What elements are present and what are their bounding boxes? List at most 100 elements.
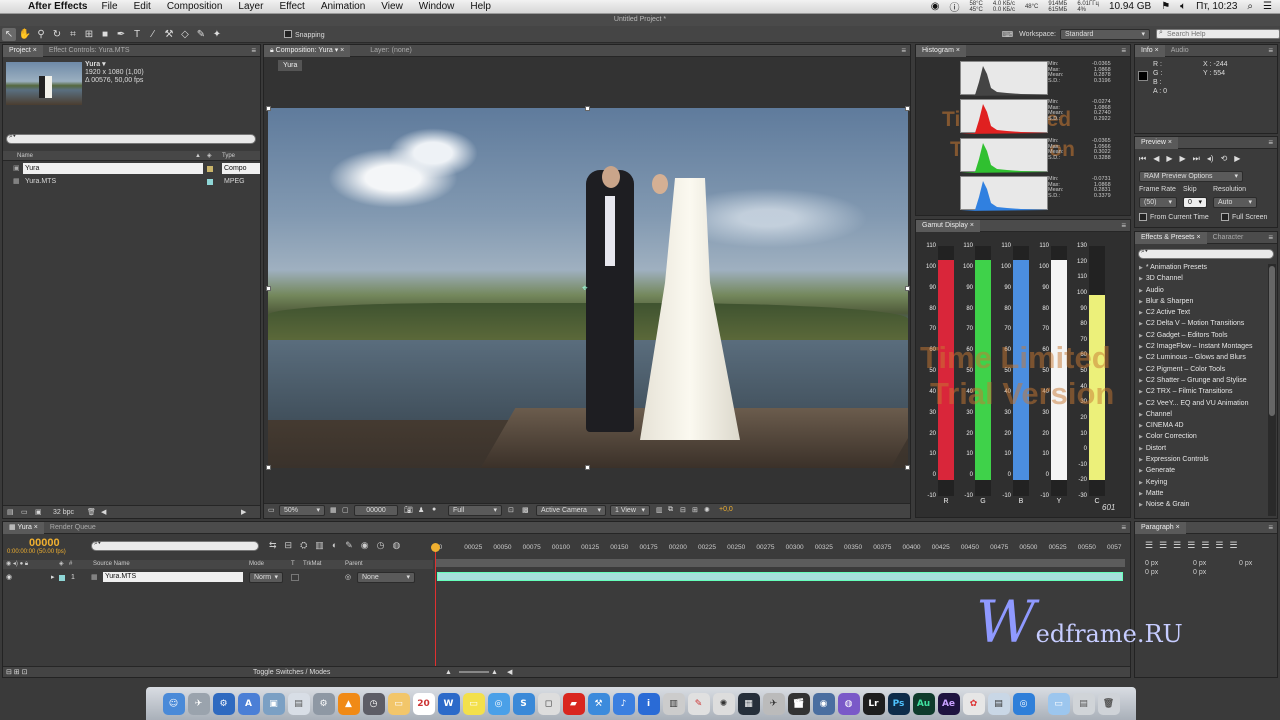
- transparency-grid-icon[interactable]: ▩: [522, 506, 529, 514]
- notes-icon[interactable]: ▭: [387, 692, 410, 715]
- dvd-player-icon[interactable]: ◉: [812, 692, 835, 715]
- trash-icon[interactable]: 🗑︎: [87, 506, 96, 519]
- cpu-status[interactable]: 6.01ГГц 4%: [1077, 1, 1099, 13]
- effects-category[interactable]: Noise & Grain: [1135, 499, 1267, 510]
- label-color-swatch[interactable]: [207, 179, 213, 185]
- resolution-select[interactable]: Auto ▾: [1213, 197, 1257, 208]
- toggle-pixel-aspect-icon[interactable]: ▥: [656, 506, 663, 514]
- frame-rate-select[interactable]: (50) ▾: [1139, 197, 1177, 208]
- label-tag-icon[interactable]: ◈: [207, 151, 212, 161]
- transform-handle[interactable]: [905, 106, 910, 111]
- effects-category[interactable]: Blur & Sharpen: [1135, 296, 1267, 307]
- layer-name[interactable]: Yura.MTS: [103, 572, 243, 582]
- composition-viewer[interactable]: [268, 108, 908, 468]
- after-effects-icon[interactable]: Ae: [937, 692, 960, 715]
- brainstorm-icon[interactable]: ✎: [345, 540, 353, 551]
- panel-menu-icon[interactable]: ≡: [251, 46, 256, 55]
- camera-select[interactable]: Active Camera ▾: [536, 505, 606, 516]
- panel-menu-icon[interactable]: ≡: [1268, 233, 1273, 242]
- show-snapshot-icon[interactable]: ♟: [418, 506, 424, 514]
- effects-category[interactable]: Color Correction: [1135, 431, 1267, 442]
- shy-layers-icon[interactable]: ⛭: [300, 540, 307, 551]
- views-select[interactable]: 1 View ▾: [610, 505, 650, 516]
- motion-icon[interactable]: ✈: [762, 692, 785, 715]
- project-item-name[interactable]: Yura.MTS: [25, 176, 56, 188]
- tab-audio[interactable]: Audio: [1165, 45, 1195, 57]
- panel-menu-icon[interactable]: ≡: [901, 46, 906, 55]
- pdf-icon[interactable]: ▰: [562, 692, 585, 715]
- effects-category[interactable]: Channel: [1135, 409, 1267, 420]
- justify-center-icon[interactable]: ☰: [1201, 540, 1209, 551]
- qt-icon[interactable]: i: [637, 692, 660, 715]
- snapping-checkbox[interactable]: Snapping: [284, 30, 325, 39]
- scroll-left-icon[interactable]: ◀: [507, 667, 512, 678]
- first-frame-icon[interactable]: ⏮︎: [1139, 154, 1146, 164]
- frame-blending-icon[interactable]: ▥: [315, 540, 324, 551]
- spotlight-icon[interactable]: ⌕: [1247, 1, 1253, 12]
- pan-behind-tool-icon[interactable]: ⊞: [82, 28, 96, 41]
- effects-category[interactable]: Generate: [1135, 465, 1267, 476]
- eraser-tool-icon[interactable]: ◇: [178, 28, 192, 41]
- anchor-point-icon[interactable]: ⌖: [582, 283, 588, 294]
- scroll-left-icon[interactable]: ◀: [101, 506, 106, 519]
- col-trkmat[interactable]: TrkMat: [303, 560, 321, 569]
- panel-menu-icon[interactable]: ≡: [1268, 138, 1273, 147]
- align-left-icon[interactable]: ☰: [1145, 540, 1153, 551]
- video-visibility-icon[interactable]: ◉: [6, 572, 12, 583]
- skip-field[interactable]: 0 ▾: [1183, 197, 1207, 208]
- volume-icon[interactable]: 🔈︎: [1180, 1, 1186, 12]
- panel-menu-icon[interactable]: ≡: [1121, 221, 1126, 230]
- space-after-field[interactable]: 0 px: [1193, 568, 1206, 577]
- col-type-header[interactable]: Type: [222, 151, 235, 161]
- xcode-icon[interactable]: ⚒: [587, 692, 610, 715]
- project-search[interactable]: ⌕▾: [6, 133, 256, 144]
- fast-previews-icon[interactable]: ⧉: [668, 506, 673, 514]
- dashboard-icon[interactable]: ⚙: [212, 692, 235, 715]
- next-frame-icon[interactable]: ▶: [1180, 154, 1186, 164]
- mask-visibility-icon[interactable]: ▢: [342, 506, 349, 514]
- sort-arrow-icon[interactable]: ▲: [195, 151, 201, 161]
- render-icon[interactable]: ◍: [393, 540, 401, 551]
- list-icon[interactable]: ☰: [1263, 1, 1272, 12]
- exposure-icon[interactable]: ✺: [704, 506, 710, 514]
- interpret-footage-icon[interactable]: ▤: [7, 506, 14, 519]
- menu-effect[interactable]: Effect: [279, 1, 304, 12]
- effects-category[interactable]: C2 Gadget – Editors Tools: [1135, 330, 1267, 341]
- tab-timeline-yura[interactable]: ▦ Yura ×: [3, 521, 44, 534]
- snapshot-icon[interactable]: 📷︎: [404, 506, 413, 514]
- effects-category[interactable]: C2 Active Text: [1135, 307, 1267, 318]
- disk-space[interactable]: 10.94 GB: [1109, 1, 1151, 12]
- downloads-folder-icon[interactable]: ▭: [1047, 692, 1070, 715]
- zoom-tool-icon[interactable]: ⚲: [34, 28, 48, 41]
- loop-icon[interactable]: ⟲: [1221, 154, 1228, 164]
- effects-category[interactable]: C2 Delta V – Motion Transitions: [1135, 318, 1267, 329]
- auto-keyframe-icon[interactable]: ◉: [361, 540, 369, 551]
- last-frame-icon[interactable]: ⏭︎: [1193, 154, 1200, 164]
- pen-tool-icon[interactable]: ✒: [114, 28, 128, 41]
- selection-tool-icon[interactable]: ↖: [2, 27, 16, 41]
- timeline-search-input[interactable]: [91, 540, 259, 551]
- trash-icon[interactable]: 🗑︎: [1097, 692, 1120, 715]
- zoom-select[interactable]: 50% ▾: [279, 505, 325, 516]
- align-center-icon[interactable]: ☰: [1159, 540, 1167, 551]
- picasa-icon[interactable]: ✿: [962, 692, 985, 715]
- clapper-icon[interactable]: 🎬︎: [787, 692, 810, 715]
- pdf-reader-icon[interactable]: ✎: [687, 692, 710, 715]
- ram-preview-options-select[interactable]: RAM Preview Options ▾: [1139, 171, 1243, 182]
- project-item-name[interactable]: Yura: [23, 163, 203, 174]
- lightroom-icon[interactable]: Lr: [862, 692, 885, 715]
- tab-histogram[interactable]: Histogram ×: [916, 44, 966, 57]
- skype-icon[interactable]: S: [512, 692, 535, 715]
- tab-paragraph[interactable]: Paragraph ×: [1135, 521, 1186, 534]
- justify-all-icon[interactable]: ☰: [1229, 540, 1237, 551]
- pickwhip-icon[interactable]: ◎: [345, 572, 351, 583]
- layer-row[interactable]: ◉ ▸ 1 ▦ Yura.MTS Norm ▾ ◎ None ▾: [3, 572, 433, 583]
- workspace-select[interactable]: Standard ▾: [1060, 28, 1150, 40]
- label-color-swatch[interactable]: [207, 166, 213, 172]
- search-help-input[interactable]: [1156, 29, 1280, 40]
- channel-icon[interactable]: ●: [432, 506, 436, 513]
- transform-handle[interactable]: [585, 106, 590, 111]
- mute-icon[interactable]: ◂): [1207, 154, 1214, 164]
- documents-stack-icon[interactable]: ▤: [1072, 692, 1095, 715]
- work-area-bar[interactable]: [435, 559, 1125, 567]
